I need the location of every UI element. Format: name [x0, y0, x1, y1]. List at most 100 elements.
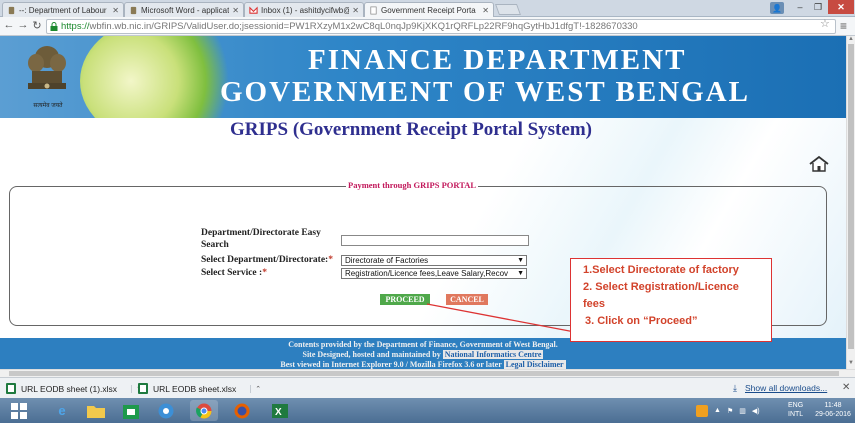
browser-menu-icon[interactable]: ≡: [840, 19, 847, 33]
url-path: wbfin.wb.nic.in/GRIPS/ValidUser.do;jsess…: [89, 21, 638, 32]
portal-title: GRIPS (Government Receipt Portal System): [230, 119, 592, 140]
annotation-pointer-line: [427, 303, 581, 334]
close-icon[interactable]: ✕: [482, 6, 489, 15]
tab-gmail-inbox[interactable]: Inbox (1) - ashitdycifwb@ ✕: [244, 2, 364, 17]
dropdown-arrow-icon: ▼: [517, 257, 524, 264]
window-close-button[interactable]: ✕: [828, 0, 854, 14]
select-service-label: Select Service :*: [201, 268, 267, 278]
url-scheme: https://: [61, 21, 90, 32]
clock-time: 11:48: [824, 402, 842, 409]
gmail-icon: [249, 5, 258, 14]
close-icon[interactable]: ✕: [112, 6, 119, 15]
new-tab-button[interactable]: [494, 4, 522, 15]
annotation-step2: 2. Select Registration/Licence: [583, 281, 739, 293]
word-icon: [130, 6, 137, 14]
download-item[interactable]: URL EODB sheet.xlsx ⌃: [138, 381, 261, 396]
tab-label: --: Department of Labour: [19, 5, 107, 15]
show-hidden-icons-icon[interactable]: ▲: [714, 407, 721, 414]
proceed-button[interactable]: PROCEED: [380, 294, 430, 305]
tab-label: Microsoft Word - applicat: [141, 5, 230, 15]
forward-arrow-icon[interactable]: →: [17, 19, 29, 31]
svg-text:X: X: [275, 407, 282, 418]
close-icon[interactable]: ✕: [352, 6, 359, 15]
internet-explorer-icon[interactable]: e: [48, 400, 76, 421]
site-footer: Contents provided by the Department of F…: [0, 338, 846, 369]
bookmark-star-icon[interactable]: ☆: [820, 17, 830, 30]
easy-search-input[interactable]: [341, 235, 529, 246]
chrome-canary-icon[interactable]: [152, 400, 180, 421]
department-select[interactable]: Directorate of Factories ▼: [341, 255, 527, 266]
start-icon[interactable]: [6, 400, 32, 421]
emblem-motto: सत्यमेव जयते: [33, 103, 63, 109]
easy-search-label-line2: Search: [201, 240, 229, 250]
reload-icon[interactable]: ↻: [31, 19, 43, 32]
site-header: सत्यमेव जयते FINANCE DEPARTMENT GOVERNME…: [0, 36, 846, 118]
keyboard-layout: INTL: [788, 411, 804, 418]
language-indicator[interactable]: ENG INTL: [788, 401, 803, 419]
lion-capital-icon: [28, 46, 66, 89]
nic-link[interactable]: National Informatics Centre: [442, 350, 544, 359]
download-item[interactable]: URL EODB sheet (1).xlsx ⌃: [6, 381, 142, 396]
tab-label: Government Receipt Porta: [381, 5, 476, 15]
download-filename: URL EODB sheet.xlsx: [153, 383, 237, 394]
back-arrow-icon[interactable]: ←: [3, 19, 15, 31]
horizontal-scrollbar[interactable]: [0, 369, 855, 377]
windows-taskbar: e X ▲ ⚑ ▥ ◀) ENG INTL 11:48 29-06-2016: [0, 398, 855, 423]
scroll-up-arrow-icon[interactable]: ▲: [848, 36, 854, 42]
store-icon[interactable]: [117, 400, 145, 421]
annotation-step3: 3. Click on “Proceed”: [585, 315, 698, 327]
state-emblem-logo: सत्यमेव जयते: [18, 41, 76, 111]
excel-icon[interactable]: X: [266, 400, 294, 421]
select-department-label: Select Department/Directorate:*: [201, 255, 333, 265]
footer-hosting-line: Site Designed, hosted and maintained by …: [0, 350, 846, 359]
required-mark: *: [262, 268, 267, 278]
minimize-button[interactable]: –: [792, 0, 808, 14]
service-select[interactable]: Registration/Licence fees,Leave Salary,R…: [341, 268, 527, 279]
select-service-label-text: Select Service :: [201, 268, 263, 278]
select-department-label-text: Select Department/Directorate:: [201, 255, 329, 265]
firefox-icon[interactable]: [228, 400, 256, 421]
user-profile-icon[interactable]: 👤: [770, 2, 784, 14]
horizontal-scroll-thumb[interactable]: [9, 371, 839, 376]
notification-warning-icon[interactable]: [696, 404, 708, 417]
tab-government-receipt-portal[interactable]: Government Receipt Porta ✕: [364, 2, 494, 17]
tab-microsoft-word[interactable]: Microsoft Word - applicat ✕: [124, 2, 244, 17]
browser-tab-strip: --: Department of Labour ✕ Microsoft Wor…: [0, 0, 855, 17]
payment-fieldset-legend-overlay: Payment through GRIPS PORTAL: [346, 180, 479, 190]
maximize-button[interactable]: ❐: [810, 0, 826, 14]
instruction-annotation-box: 1.Select Directorate of factory 2. Selec…: [570, 258, 772, 342]
clock-date: 29-06-2016: [815, 411, 851, 418]
easy-search-label-line1: Department/Directorate Easy: [201, 228, 321, 238]
close-icon[interactable]: ✕: [842, 382, 850, 393]
flag-icon[interactable]: ⚑: [727, 407, 733, 415]
dropdown-arrow-icon: ▼: [517, 270, 524, 277]
required-mark: *: [328, 255, 333, 265]
footer-browser-text: Best viewed in Internet Explorer 9.0 / M…: [280, 360, 502, 369]
scroll-down-arrow-icon[interactable]: ▼: [848, 360, 854, 366]
legal-disclaimer-link[interactable]: Legal Disclaimer: [503, 360, 566, 369]
department-selected-value: Directorate of Factories: [345, 256, 429, 265]
url-input[interactable]: https://wbfin.wb.nic.in/GRIPS/ValidUser.…: [46, 19, 836, 34]
page-icon: [370, 6, 377, 14]
easy-search-label: Department/Directorate Easy Search: [201, 227, 321, 251]
footer-hosting-text: Site Designed, hosted and maintained by: [302, 350, 441, 359]
download-icon: ⤓: [733, 383, 737, 393]
home-icon[interactable]: [808, 155, 830, 173]
vertical-scroll-thumb[interactable]: [848, 44, 854, 349]
volume-icon[interactable]: ◀): [752, 407, 760, 415]
file-explorer-icon[interactable]: [82, 400, 110, 421]
show-all-downloads-link[interactable]: Show all downloads...: [745, 383, 827, 393]
annotation-step2-cont: fees: [583, 298, 606, 310]
network-icon[interactable]: ▥: [739, 407, 746, 415]
address-bar-row: ← → ↻ https://wbfin.wb.nic.in/GRIPS/Vali…: [0, 17, 855, 36]
tab-department-of-labour[interactable]: --: Department of Labour ✕: [2, 2, 124, 17]
vertical-scrollbar[interactable]: ▲ ▼: [846, 36, 855, 369]
chrome-icon[interactable]: [190, 400, 218, 421]
system-tray: ▲ ⚑ ▥ ◀): [696, 398, 760, 423]
excel-file-icon: [138, 383, 148, 394]
chevron-up-icon[interactable]: ⌃: [250, 384, 261, 393]
footer-browser-line: Best viewed in Internet Explorer 9.0 / M…: [0, 360, 846, 369]
taskbar-clock[interactable]: 11:48 29-06-2016: [813, 401, 853, 419]
tab-label: Inbox (1) - ashitdycifwb@: [261, 5, 350, 15]
close-icon[interactable]: ✕: [232, 6, 239, 15]
